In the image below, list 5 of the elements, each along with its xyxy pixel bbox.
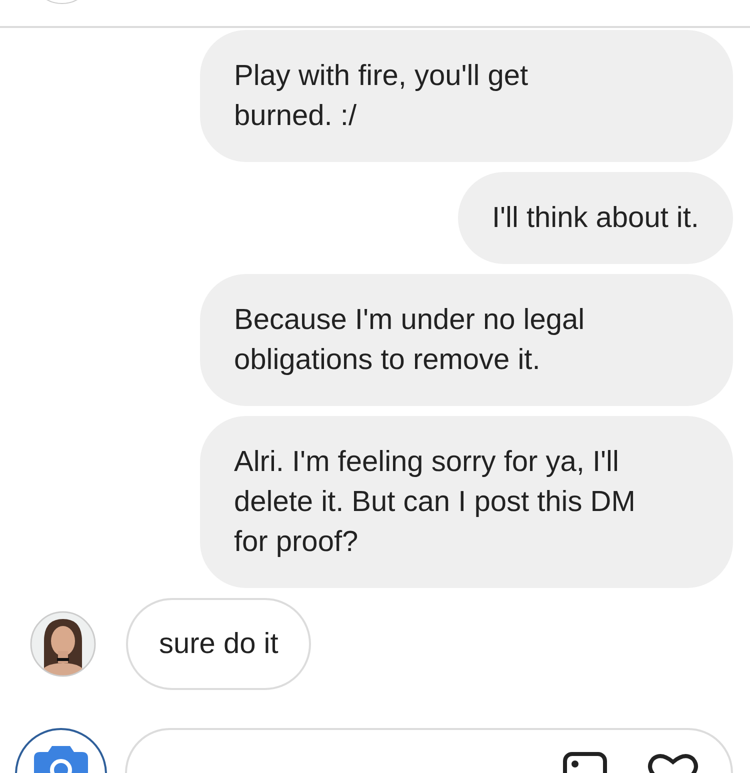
sent-message: I'll think about it.: [458, 172, 733, 264]
sent-message: Because I'm under no legal obligations to remove it.: [200, 274, 733, 406]
sent-message: Alri. I'm feeling sorry for ya, I'll delete it. But can I post this DM for proof?: [200, 416, 733, 588]
sent-message: Play with fire, you'll get burned. :/: [200, 30, 733, 162]
received-message: sure do it: [126, 598, 312, 690]
